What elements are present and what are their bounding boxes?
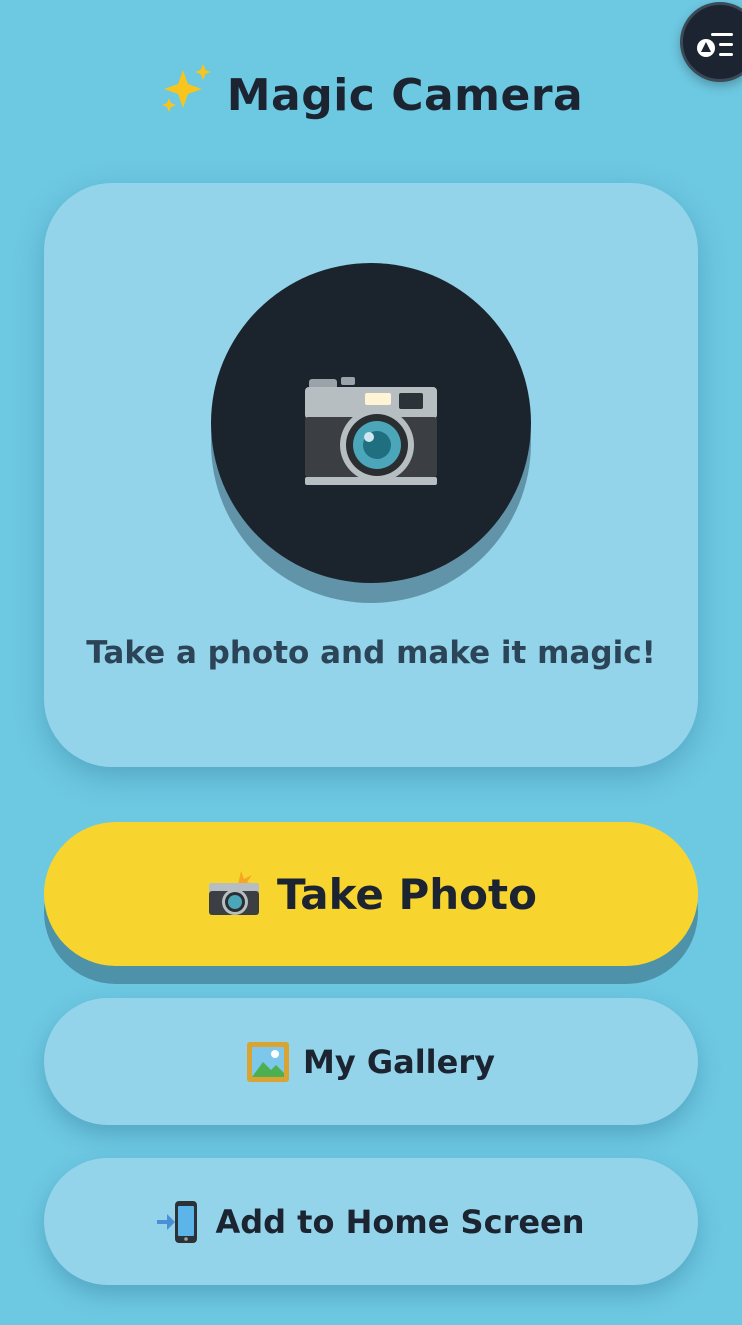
add-to-home-screen-label: Add to Home Screen: [215, 1202, 585, 1241]
framed-picture-icon: [247, 1041, 289, 1082]
page-title-text: Magic Camera: [226, 70, 584, 121]
menu-icon: [697, 33, 733, 57]
app-screen: Magic Camera Take a photo and make it ma…: [0, 0, 742, 1325]
take-photo-button[interactable]: Take Photo: [44, 822, 698, 966]
add-to-home-screen-button[interactable]: Add to Home Screen: [44, 1158, 698, 1285]
camera-preview-circle[interactable]: [211, 263, 531, 583]
gallery-label: My Gallery: [303, 1042, 495, 1081]
camera-icon: [305, 377, 437, 485]
phone-arrow-icon: [157, 1200, 198, 1243]
camera-card: Take a photo and make it magic!: [44, 183, 698, 767]
camera-flash-icon: [209, 871, 260, 915]
take-photo-label: Take Photo: [277, 869, 537, 919]
gallery-button[interactable]: My Gallery: [44, 998, 698, 1125]
sparkles-icon: [161, 64, 211, 112]
page-title: Magic Camera: [0, 62, 742, 121]
camera-tagline: Take a photo and make it magic!: [86, 635, 656, 671]
